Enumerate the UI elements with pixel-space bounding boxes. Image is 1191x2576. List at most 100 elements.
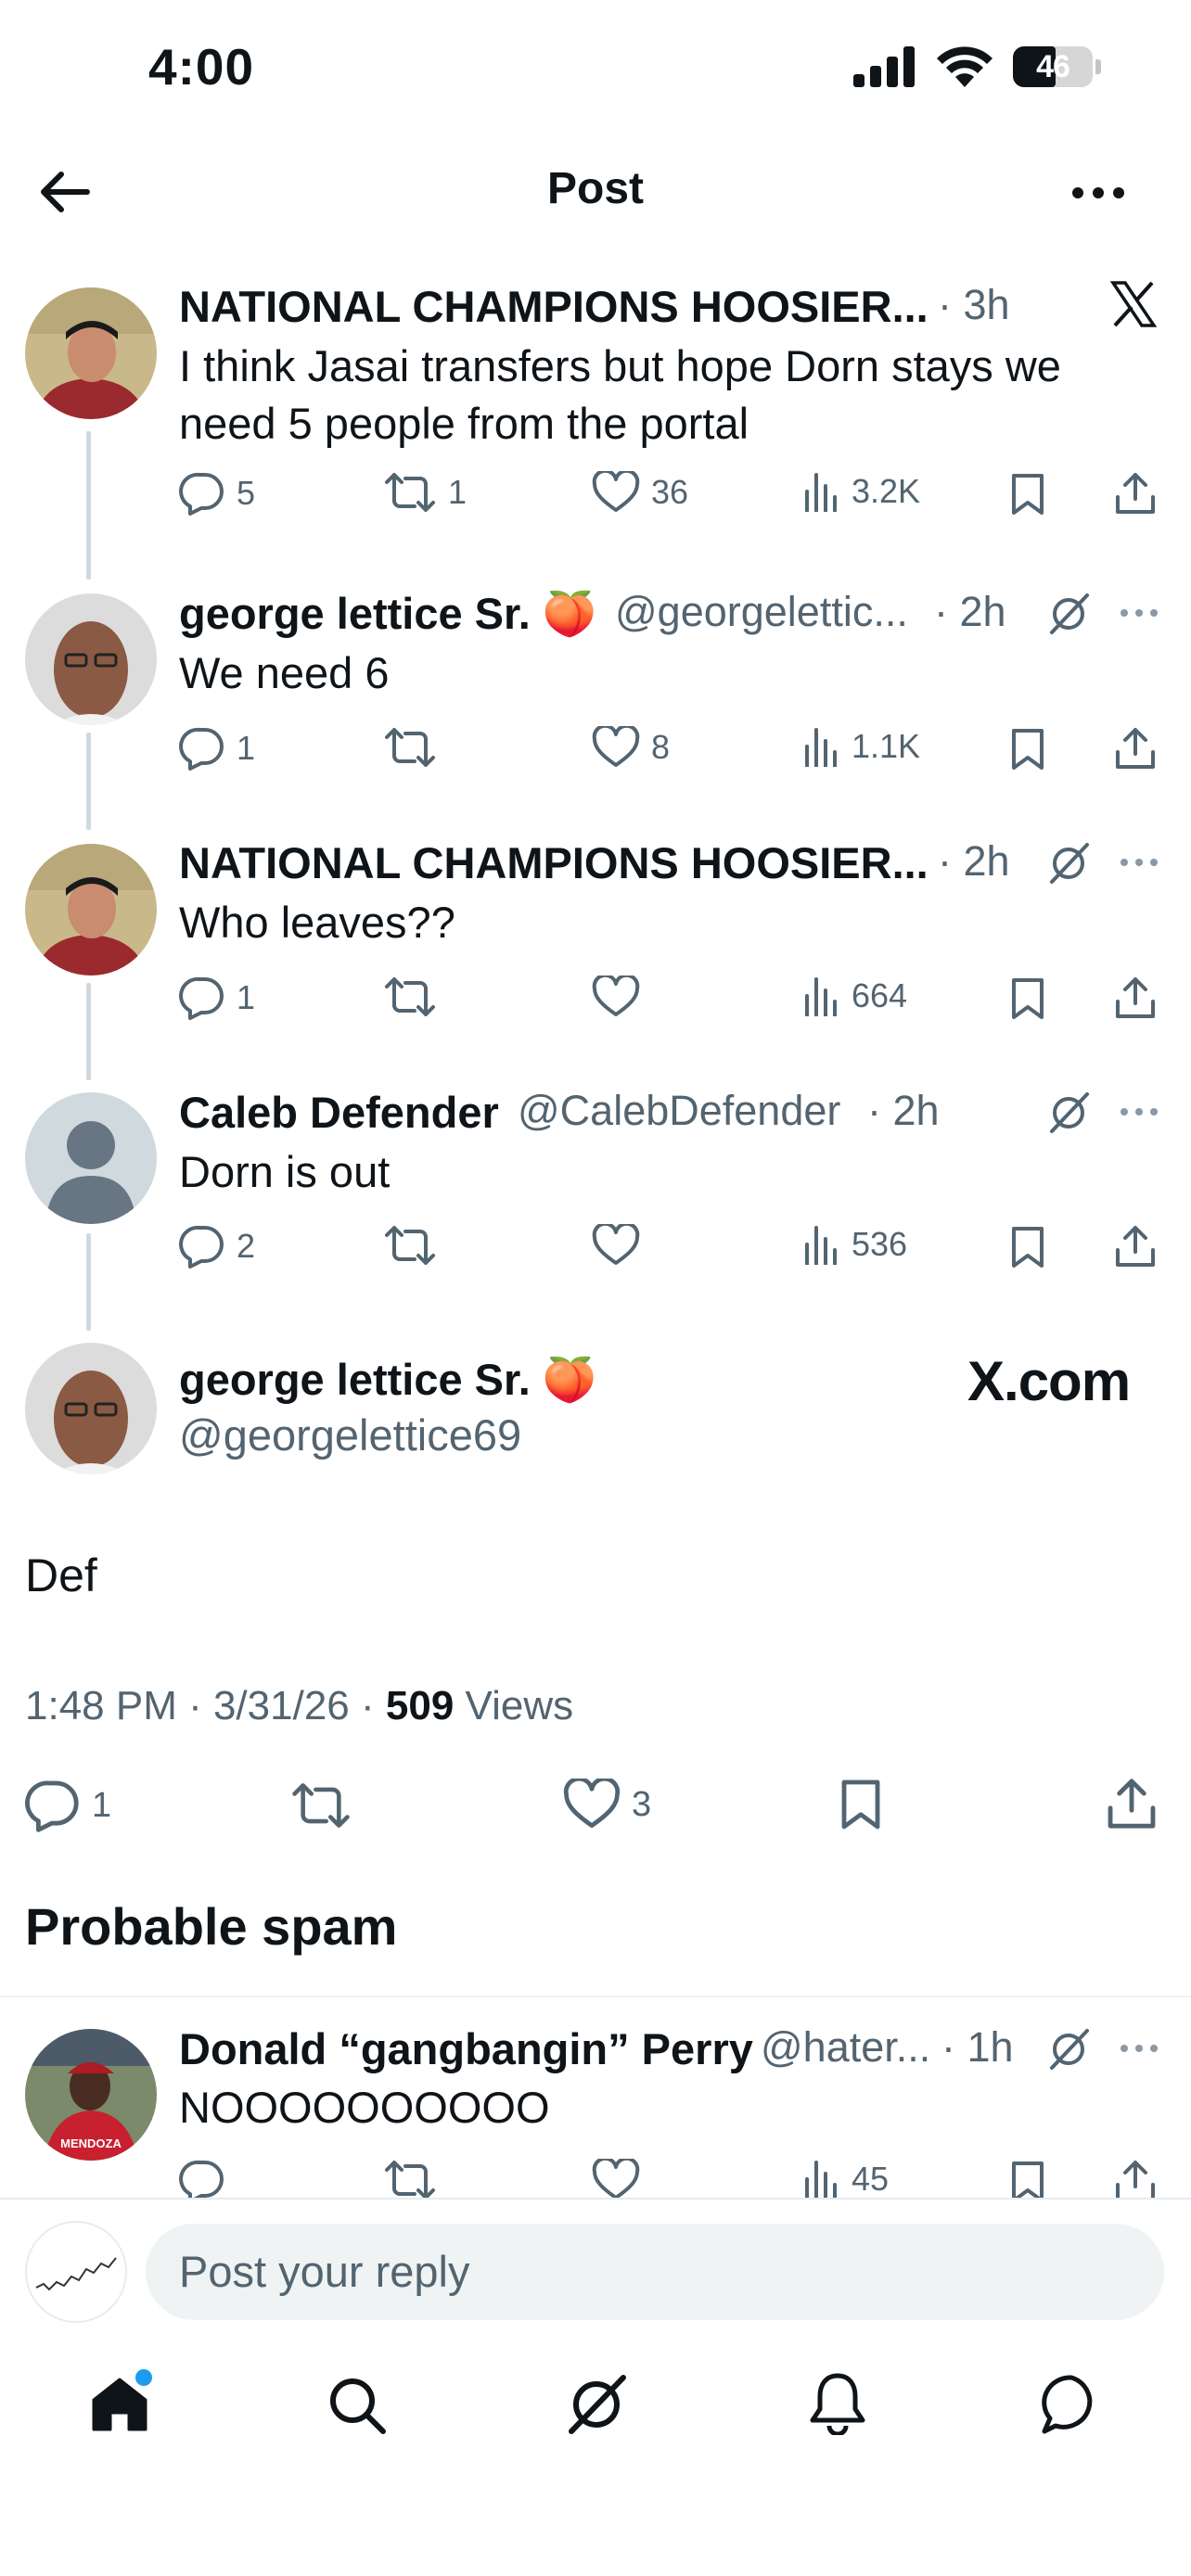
- reply-count: 2: [237, 1227, 256, 1265]
- search-icon[interactable]: [327, 2376, 387, 2435]
- post-text-line: NOOOOOOOOOO: [179, 2083, 550, 2132]
- reply-button[interactable]: 1: [25, 1779, 111, 1832]
- author-handle[interactable]: @CalebDefender: [518, 1087, 840, 1135]
- share-icon[interactable]: [1114, 1224, 1157, 1269]
- like-button[interactable]: [592, 1224, 651, 1267]
- avatar[interactable]: [25, 1343, 157, 1474]
- views-count: 45: [852, 2160, 890, 2198]
- reply-button[interactable]: 2: [179, 1224, 255, 1269]
- avatar[interactable]: [25, 287, 157, 419]
- repost-button[interactable]: [383, 1224, 448, 1267]
- author-name[interactable]: Caleb Defender: [179, 1087, 499, 1138]
- repost-button[interactable]: 1: [383, 471, 467, 514]
- current-user-avatar[interactable]: [25, 2221, 127, 2323]
- more-options-icon[interactable]: [1119, 2043, 1159, 2054]
- thread-line: [86, 733, 91, 830]
- more-options-icon[interactable]: [1070, 185, 1126, 200]
- reply-count: 5: [237, 474, 256, 512]
- more-options-icon[interactable]: [1119, 1106, 1159, 1117]
- post-time: · 1h: [941, 2023, 1014, 2071]
- like-count: 36: [651, 473, 689, 511]
- author-name[interactable]: Donald “gangbangin” Perry: [179, 2023, 753, 2074]
- like-button[interactable]: [592, 976, 651, 1018]
- share-icon[interactable]: [1114, 726, 1157, 771]
- views-count: 664: [852, 976, 908, 1014]
- views-button[interactable]: 1.1K: [803, 726, 920, 767]
- messages-icon[interactable]: [1041, 2374, 1102, 2435]
- home-notification-dot: [135, 2369, 152, 2386]
- reply-count: 1: [237, 729, 256, 767]
- divider: [0, 2198, 1191, 2200]
- author-handle[interactable]: @georgelettic...: [615, 588, 908, 636]
- avatar[interactable]: MENDOZA: [25, 2029, 157, 2161]
- reply-button[interactable]: 5: [179, 471, 255, 516]
- main-author-name[interactable]: george lettice Sr. 🍑: [179, 1354, 596, 1406]
- main-post-text: Def: [25, 1549, 97, 1601]
- views-count: 1.1K: [852, 727, 921, 765]
- reply-button[interactable]: 1: [179, 726, 255, 771]
- reply-count: 1: [92, 1785, 112, 1825]
- views-button[interactable]: 664: [803, 976, 907, 1016]
- post-time: · 2h: [938, 837, 1010, 885]
- repost-count: 1: [448, 473, 467, 511]
- post-time: · 2h: [867, 1087, 940, 1134]
- divider: [0, 1996, 1191, 1997]
- views-count: 536: [852, 1225, 908, 1263]
- repost-button[interactable]: [383, 976, 448, 1018]
- views-button[interactable]: 3.2K: [803, 471, 920, 512]
- share-icon[interactable]: [1106, 1777, 1158, 1830]
- repost-button[interactable]: [290, 1780, 352, 1830]
- post-text-line: need 5 people from the portal: [179, 399, 749, 448]
- like-count: 8: [651, 728, 671, 766]
- repost-button[interactable]: [383, 726, 448, 769]
- repost-button[interactable]: [383, 2159, 448, 2201]
- bookmark-icon[interactable]: [839, 1779, 883, 1830]
- reply-count: 1: [237, 978, 256, 1016]
- like-button[interactable]: 36: [592, 471, 688, 514]
- post-text-line: Who leaves??: [179, 898, 455, 947]
- views-button[interactable]: 536: [803, 1224, 907, 1265]
- author-name[interactable]: NATIONAL CHAMPIONS HOOSIER...: [179, 837, 928, 888]
- share-icon[interactable]: [1114, 471, 1157, 516]
- views-count: 3.2K: [852, 472, 921, 510]
- bookmark-icon[interactable]: [1009, 473, 1046, 516]
- like-count: 3: [632, 1784, 652, 1824]
- bookmark-icon[interactable]: [1009, 728, 1046, 771]
- main-author-handle[interactable]: @georgelettice69: [179, 1409, 521, 1460]
- grok-icon[interactable]: [564, 2372, 629, 2437]
- share-icon[interactable]: [1114, 2159, 1157, 2203]
- battery-tip: [1095, 59, 1101, 74]
- author-handle[interactable]: @hater...: [761, 2023, 930, 2072]
- more-options-icon[interactable]: [1119, 607, 1159, 618]
- default-avatar[interactable]: [25, 1092, 157, 1224]
- reply-input[interactable]: Post your reply: [146, 2224, 1164, 2320]
- post-text-line: I think Jasai transfers but hope Dorn st…: [179, 341, 1061, 390]
- more-options-icon[interactable]: [1119, 857, 1159, 868]
- x-com-watermark: X.com: [967, 1350, 1131, 1412]
- share-icon[interactable]: [1114, 976, 1157, 1020]
- avatar[interactable]: [25, 593, 157, 725]
- section-title-probable-spam: Probable spam: [25, 1897, 398, 1956]
- like-button[interactable]: [592, 2159, 651, 2201]
- svg-text:MENDOZA: MENDOZA: [60, 2136, 122, 2150]
- post-timestamp-views: 1:48 PM · 3/31/26 · 509 Views: [25, 1683, 573, 1729]
- cellular-signal-icon: [853, 46, 916, 87]
- grok-icon[interactable]: [1046, 1090, 1091, 1135]
- grok-icon[interactable]: [1046, 841, 1091, 886]
- notifications-icon[interactable]: [809, 2372, 866, 2435]
- grok-icon[interactable]: [1046, 2027, 1091, 2072]
- grok-icon[interactable]: [1046, 592, 1091, 636]
- avatar[interactable]: [25, 844, 157, 976]
- page-title: Post: [546, 164, 644, 213]
- bookmark-icon[interactable]: [1009, 977, 1046, 1020]
- reply-button[interactable]: 1: [179, 976, 255, 1020]
- author-name[interactable]: george lettice Sr. 🍑: [179, 588, 596, 640]
- thread-line: [86, 431, 91, 580]
- views-label: Views: [454, 1683, 574, 1728]
- like-button[interactable]: 8: [592, 726, 670, 769]
- like-button[interactable]: 3: [563, 1779, 651, 1830]
- reply-button[interactable]: [179, 2159, 237, 2203]
- bookmark-icon[interactable]: [1009, 1226, 1046, 1269]
- author-name[interactable]: NATIONAL CHAMPIONS HOOSIER...: [179, 281, 928, 332]
- views-button[interactable]: 45: [803, 2159, 889, 2200]
